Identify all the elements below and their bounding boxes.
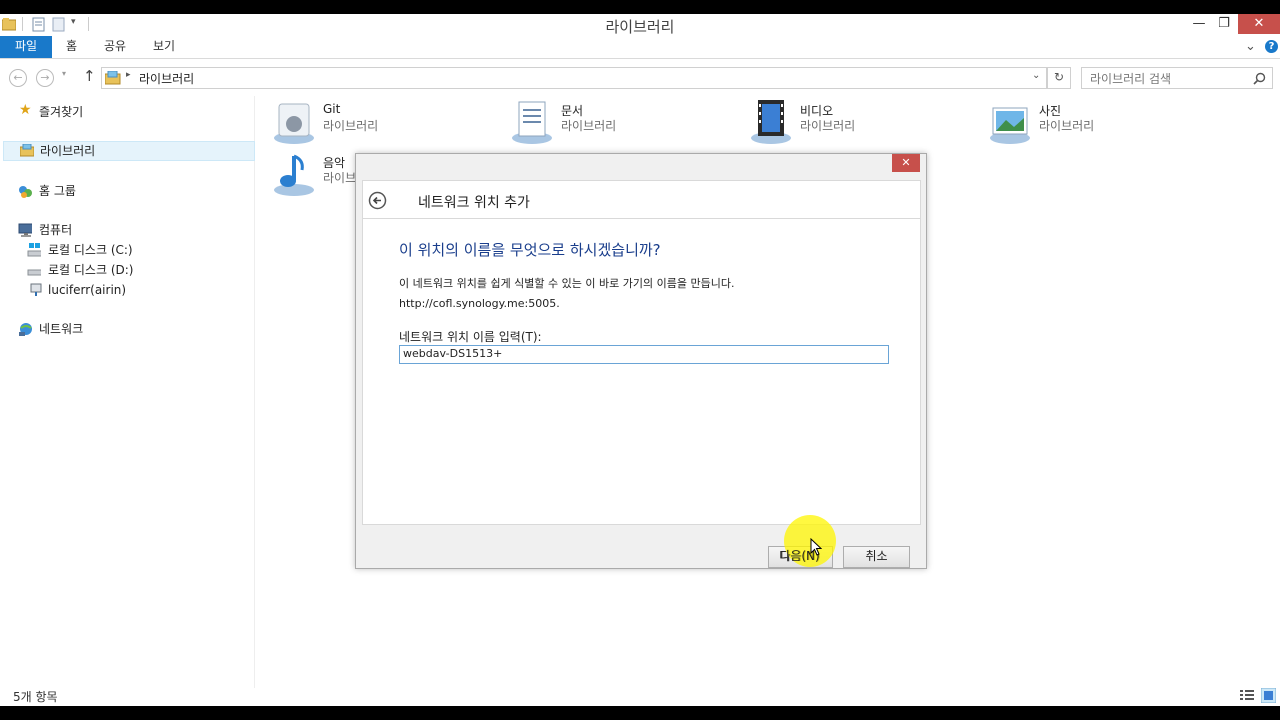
sidebar-item-network[interactable]: 네트워크 — [0, 319, 254, 339]
sidebar-item-label: 로컬 디스크 (C:) — [48, 243, 133, 257]
computer-icon — [18, 223, 32, 237]
star-icon: ★ — [19, 102, 32, 118]
dialog-header: 네트워크 위치 추가 — [362, 180, 921, 219]
tab-file[interactable]: 파일 — [0, 36, 52, 58]
minimize-button[interactable]: — — [1186, 14, 1212, 34]
sidebar-item-label: 로컬 디스크 (D:) — [48, 263, 134, 277]
mouse-cursor-icon — [810, 538, 822, 556]
address-toolbar: ← → ▾ ↑ ▸ 라이브러리 ⌄ ↻ 라이브러리 검색 — [0, 66, 1280, 90]
sidebar-item-drive-d[interactable]: 로컬 디스크 (D:) — [0, 260, 254, 280]
network-drive-icon — [30, 283, 42, 296]
dialog-heading: 이 위치의 이름을 무엇으로 하시겠습니까? — [399, 241, 661, 259]
breadcrumb[interactable]: 라이브러리 — [139, 70, 194, 87]
search-box[interactable]: 라이브러리 검색 — [1081, 67, 1273, 89]
large-icons-view-icon[interactable] — [1261, 688, 1276, 703]
up-icon[interactable]: ↑ — [83, 67, 96, 85]
restore-button[interactable]: ❐ — [1212, 14, 1236, 34]
tab-view[interactable]: 보기 — [153, 36, 175, 58]
libraries-icon — [20, 144, 34, 157]
network-icon — [19, 323, 32, 336]
sidebar-item-homegroup[interactable]: 홈 그룹 — [0, 181, 254, 201]
tab-share[interactable]: 공유 — [104, 36, 126, 58]
videos-library-icon — [751, 100, 791, 144]
location-name-input[interactable]: webdav-DS1513+ — [399, 345, 889, 364]
close-window-button[interactable]: ✕ — [1238, 14, 1280, 34]
music-library-icon — [274, 154, 314, 196]
search-input[interactable]: 라이브러리 검색 — [1090, 70, 1171, 87]
sidebar-item-label: 컴퓨터 — [39, 223, 73, 237]
documents-library-icon — [512, 101, 552, 144]
sidebar-item-favorites[interactable]: ★ 즐겨찾기 — [0, 102, 254, 122]
window-title: 라이브러리 — [605, 18, 675, 36]
library-type: 라이브러리 — [800, 119, 856, 133]
sidebar-item-label: 라이브러리 — [40, 144, 96, 158]
recent-locations-icon[interactable]: ▾ — [62, 69, 66, 78]
library-type: 라이브러리 — [323, 119, 379, 133]
cancel-button[interactable]: 취소 — [843, 546, 910, 568]
explorer-window: ▾ 라이브러리 — ❐ ✕ 파일 홈 공유 보기 ⌄ ? ← → ▾ ↑ ▸ 라… — [0, 14, 1280, 706]
sidebar-item-network-share[interactable]: luciferr(airin) — [0, 280, 254, 300]
library-pictures[interactable]: 사진 라이브러리 — [988, 100, 1218, 150]
item-count: 5개 항목 — [13, 690, 58, 704]
library-type: 라이브러리 — [1039, 119, 1095, 133]
sidebar-item-libraries[interactable]: 라이브러리 — [3, 141, 255, 161]
dialog-description: 이 네트워크 위치를 쉽게 식별할 수 있는 이 바로 가기의 이름을 만듭니다… — [399, 277, 735, 290]
details-view-icon[interactable] — [1240, 689, 1254, 702]
library-documents[interactable]: 문서 라이브러리 — [510, 100, 740, 150]
tab-home[interactable]: 홈 — [66, 36, 77, 58]
sidebar-item-drive-c[interactable]: 로컬 디스크 (C:) — [0, 240, 254, 260]
library-type: 라이브러리 — [561, 119, 617, 133]
libraries-icon — [105, 71, 121, 85]
dialog-close-button[interactable]: ✕ — [892, 154, 920, 172]
pictures-library-icon — [990, 107, 1030, 144]
homegroup-icon — [19, 186, 32, 198]
back-icon[interactable] — [368, 191, 387, 210]
ribbon-tabs: 파일 홈 공유 보기 ⌄ ? — [0, 36, 1280, 59]
sidebar-item-label: 홈 그룹 — [39, 184, 76, 198]
status-bar: 5개 항목 — [0, 686, 1280, 706]
system-drive-icon — [27, 243, 41, 257]
forward-icon[interactable]: → — [36, 69, 54, 87]
network-location-url: http://cofl.synology.me:5005. — [399, 297, 560, 310]
address-field[interactable]: ▸ 라이브러리 ⌄ — [101, 67, 1047, 89]
help-icon[interactable]: ? — [1265, 40, 1278, 53]
search-icon[interactable] — [1253, 72, 1266, 85]
library-git[interactable]: Git 라이브러리 — [272, 100, 502, 150]
address-dropdown-icon[interactable]: ⌄ — [1032, 70, 1040, 81]
sidebar-item-computer[interactable]: 컴퓨터 — [0, 220, 254, 240]
location-name-value: webdav-DS1513+ — [403, 347, 503, 360]
dialog-content: 이 위치의 이름을 무엇으로 하시겠습니까? 이 네트워크 위치를 쉽게 식별할… — [362, 218, 921, 525]
sidebar-item-label: 즐겨찾기 — [39, 105, 84, 119]
name-field-label: 네트워크 위치 이름 입력(T): — [399, 330, 542, 344]
navigation-pane: ★ 즐겨찾기 라이브러리 홈 그룹 컴퓨터 로컬 디스크 (C:) 로컬 디스크… — [0, 96, 255, 688]
drive-icon — [27, 269, 41, 276]
ribbon-expand-icon[interactable]: ⌄ — [1245, 36, 1256, 58]
sidebar-item-label: luciferr(airin) — [48, 283, 127, 297]
sidebar-item-label: 네트워크 — [39, 322, 84, 336]
refresh-button[interactable]: ↻ — [1047, 67, 1071, 89]
dialog-title: 네트워크 위치 추가 — [418, 195, 530, 211]
back-icon[interactable]: ← — [9, 69, 27, 87]
library-name: Git — [323, 102, 341, 116]
add-network-location-dialog: ✕ 네트워크 위치 추가 이 위치의 이름을 무엇으로 하시겠습니까? 이 네트… — [355, 153, 927, 569]
title-bar: ▾ 라이브러리 — ❐ ✕ — [0, 14, 1280, 36]
git-library-icon — [274, 103, 314, 144]
path-separator: ▸ — [126, 70, 131, 80]
library-videos[interactable]: 비디오 라이브러리 — [749, 100, 979, 150]
